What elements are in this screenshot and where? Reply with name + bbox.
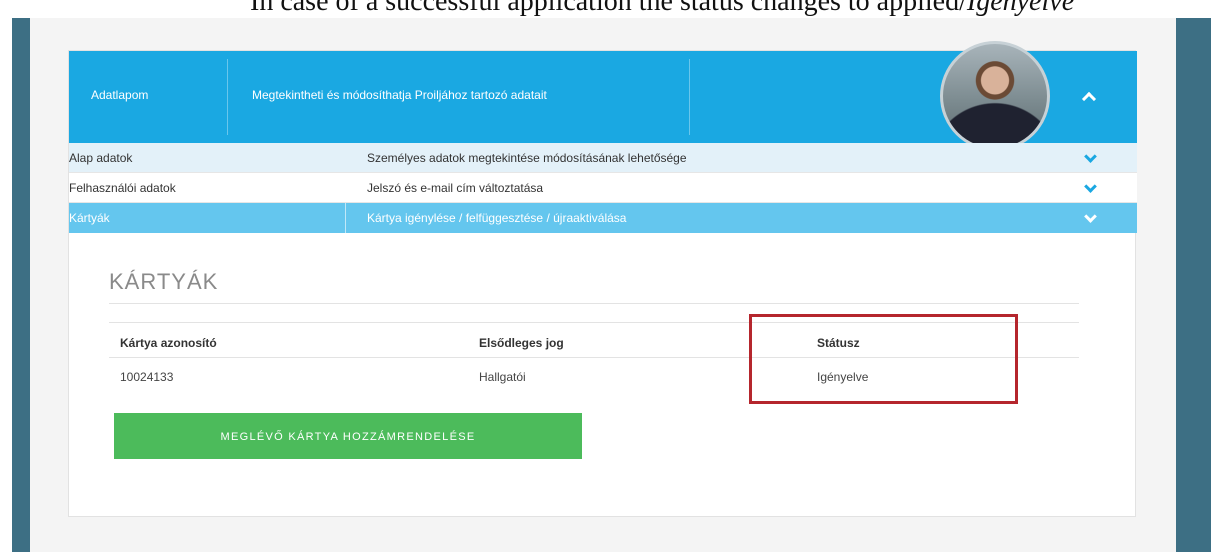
- header-title: Adatlapom: [91, 88, 149, 102]
- accordion-row-label: Kártyák: [69, 211, 110, 225]
- chevron-down-icon[interactable]: [1084, 180, 1097, 193]
- accordion-row-felhasznaloi-adatok[interactable]: Felhasználói adatok Jelszó és e-mail cím…: [69, 173, 1137, 203]
- accordion-row-alap-adatok[interactable]: Alap adatok Személyes adatok megtekintés…: [69, 143, 1137, 173]
- header-divider: [227, 59, 228, 135]
- header-divider: [689, 59, 690, 135]
- accordion-row-description: Személyes adatok megtekintése módosításá…: [367, 151, 687, 165]
- status-highlight-box: [749, 314, 1018, 404]
- assign-card-button[interactable]: MEGLÉVŐ KÁRTYA HOZZÁMRENDELÉSE: [114, 413, 582, 459]
- chevron-down-icon[interactable]: [1084, 150, 1097, 163]
- column-header-card-id: Kártya azonosító: [120, 336, 217, 350]
- accordion-row-kartyak[interactable]: Kártyák Kártya igénylése / felfüggesztés…: [69, 203, 1137, 233]
- cards-section-title: KÁRTYÁK: [109, 269, 219, 294]
- content-panel: Adatlapom Megtekintheti és módosíthatja …: [30, 18, 1176, 552]
- caption-text: In case of a successful application the …: [250, 0, 1074, 18]
- profile-header: Adatlapom Megtekintheti és módosíthatja …: [69, 41, 1137, 151]
- profile-card: Adatlapom Megtekintheti és módosíthatja …: [68, 41, 1137, 517]
- accordion-row-description: Jelszó és e-mail cím változtatása: [367, 181, 544, 195]
- avatar: [940, 41, 1050, 151]
- divider: [109, 303, 1079, 304]
- caption-main: In case of a successful application the …: [250, 0, 967, 17]
- column-header-primary-right: Elsődleges jog: [479, 336, 564, 350]
- row-divider: [345, 203, 346, 233]
- accordion-row-label: Felhasználói adatok: [69, 181, 176, 195]
- app-background: Adatlapom Megtekintheti és módosíthatja …: [12, 18, 1211, 552]
- caption-emphasis: Igényelve: [966, 0, 1075, 17]
- header-subtitle: Megtekintheti és módosíthatja Proiljához…: [252, 88, 547, 102]
- accordion-row-label: Alap adatok: [69, 151, 133, 165]
- accordion-row-description: Kártya igénylése / felfüggesztése / újra…: [367, 211, 627, 225]
- cell-primary-right: Hallgatói: [479, 370, 526, 384]
- collapse-button[interactable]: [1079, 88, 1099, 107]
- cell-card-id: 10024133: [120, 370, 174, 384]
- chevron-up-icon: [1081, 91, 1097, 107]
- chevron-down-icon[interactable]: [1084, 210, 1097, 223]
